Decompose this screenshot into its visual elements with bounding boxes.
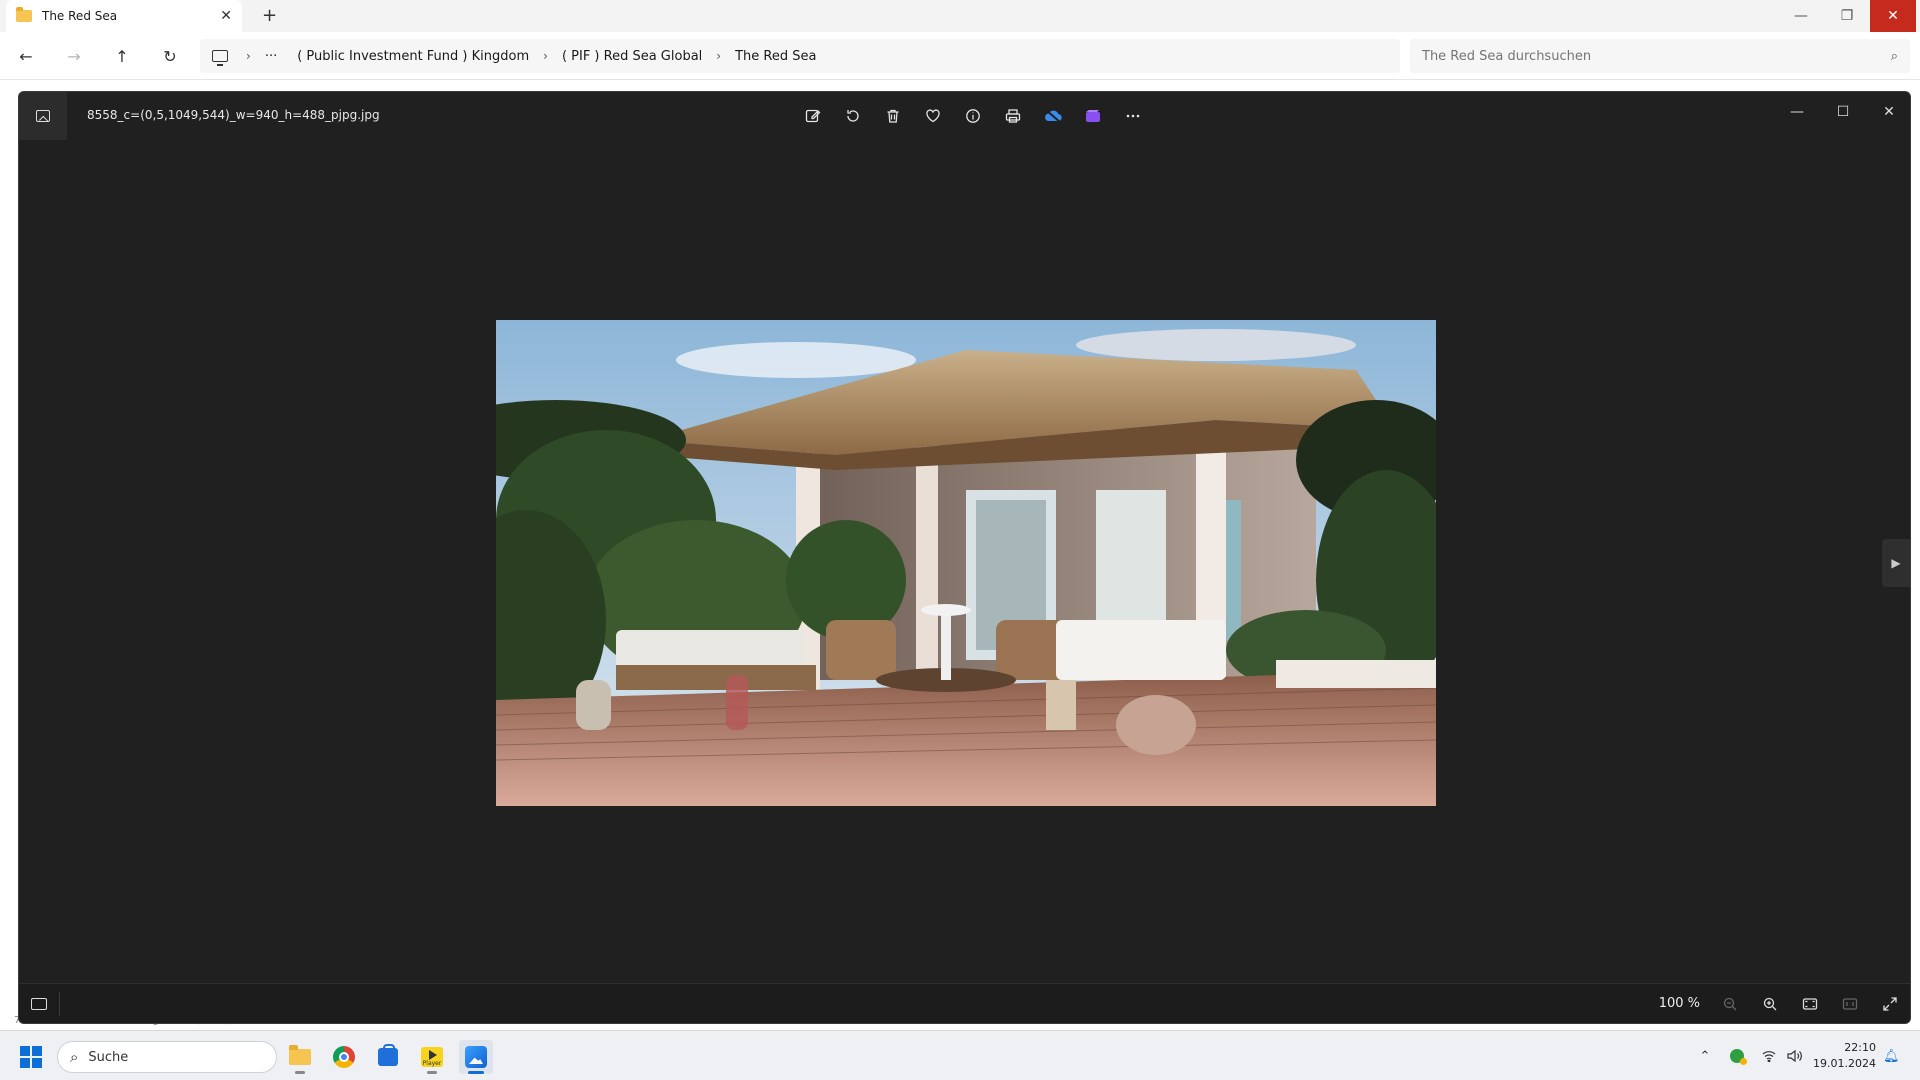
computer-icon xyxy=(212,50,228,66)
system-tray: ⌃ xyxy=(1692,1031,1808,1080)
forward-button[interactable]: → xyxy=(60,44,88,68)
photos-app-icon xyxy=(36,110,50,122)
viewer-close-button[interactable]: ✕ xyxy=(1866,98,1910,126)
explorer-tab[interactable]: The Red Sea ✕ xyxy=(6,0,242,32)
viewer-toolbar xyxy=(799,102,1147,130)
chrome-icon xyxy=(333,1046,355,1068)
search-icon: ⌕ xyxy=(70,1048,79,1066)
photos-app-button[interactable] xyxy=(19,92,67,140)
tab-title: The Red Sea xyxy=(42,9,118,23)
refresh-icon: ↻ xyxy=(163,46,177,66)
breadcrumb-overflow-icon[interactable]: ··· xyxy=(265,49,277,64)
volume-icon[interactable] xyxy=(1782,1050,1808,1062)
viewer-minimize-button[interactable]: — xyxy=(1774,98,1820,126)
viewer-maximize-button[interactable]: ☐ xyxy=(1820,98,1866,126)
window-restore-button[interactable]: ❐ xyxy=(1824,0,1870,32)
full-screen-icon[interactable] xyxy=(1876,990,1904,1018)
file-explorer-icon xyxy=(289,1045,311,1065)
clipchamp-icon[interactable] xyxy=(1079,102,1107,130)
navigation-pane-edge xyxy=(0,80,18,1030)
chevron-right-icon[interactable]: › xyxy=(716,49,721,63)
breadcrumb[interactable]: › ··· ( Public Investment Fund ) Kingdom… xyxy=(200,39,1400,73)
taskbar-search-label: Suche xyxy=(88,1049,129,1065)
photos-viewer-window: 8558_c=(0,5,1049,544)_w=940_h=488_pjpg.j… xyxy=(18,91,1911,1024)
explorer-tab-bar: The Red Sea ✕ + — ❐ ✕ xyxy=(0,0,1920,32)
filmstrip-toggle-button[interactable] xyxy=(19,984,59,1023)
back-button[interactable]: ← xyxy=(12,44,40,68)
zoom-level[interactable]: 100 % xyxy=(1659,996,1700,1011)
favorite-icon[interactable] xyxy=(919,102,947,130)
taskbar-chrome[interactable] xyxy=(327,1040,361,1074)
print-icon[interactable] xyxy=(999,102,1027,130)
breadcrumb-item-red-sea-global[interactable]: ( PIF ) Red Sea Global xyxy=(562,49,702,64)
start-button[interactable] xyxy=(20,1046,42,1068)
next-image-button[interactable]: ▶ xyxy=(1882,539,1910,587)
refresh-button[interactable]: ↻ xyxy=(156,44,184,68)
taskbar-search[interactable]: ⌕ Suche xyxy=(57,1041,277,1073)
viewer-title-bar: 8558_c=(0,5,1049,544)_w=940_h=488_pjpg.j… xyxy=(19,92,1910,140)
chevron-up-icon[interactable]: ⌃ xyxy=(1692,1049,1718,1064)
breadcrumb-item-kingdom[interactable]: ( Public Investment Fund ) Kingdom xyxy=(297,49,529,64)
up-button[interactable]: ↑ xyxy=(108,44,136,68)
player-icon: Player xyxy=(421,1047,443,1067)
wifi-icon[interactable] xyxy=(1756,1050,1782,1062)
taskbar: ⌕ Suche Player ⌃ 22:10 19.01.2024 🔔︎ xyxy=(0,1030,1920,1080)
breadcrumb-item-the-red-sea[interactable]: The Red Sea xyxy=(735,49,816,64)
zoom-in-icon[interactable] xyxy=(1756,990,1784,1018)
arrow-left-icon: ← xyxy=(19,46,33,66)
store-icon xyxy=(378,1044,398,1066)
chevron-right-icon[interactable]: › xyxy=(543,49,548,63)
filmstrip-icon xyxy=(31,998,47,1010)
edit-icon[interactable] xyxy=(799,102,827,130)
taskbar-store[interactable] xyxy=(371,1040,405,1074)
explorer-address-bar: ← → ↑ ↻ › ··· ( Public Investment Fund )… xyxy=(0,32,1920,80)
taskbar-photos[interactable] xyxy=(459,1040,493,1074)
notification-bell-icon[interactable]: 🔔︎ xyxy=(1883,1049,1900,1064)
rotate-icon[interactable] xyxy=(839,102,867,130)
taskbar-clock[interactable]: 22:10 19.01.2024 xyxy=(1812,1040,1876,1072)
zoom-out-icon[interactable] xyxy=(1716,990,1744,1018)
info-icon[interactable] xyxy=(959,102,987,130)
clock-date: 19.01.2024 xyxy=(1813,1057,1876,1070)
delete-icon[interactable] xyxy=(879,102,907,130)
folder-icon xyxy=(16,7,32,22)
window-minimize-button[interactable]: — xyxy=(1778,0,1824,32)
onedrive-icon[interactable] xyxy=(1039,102,1067,130)
tab-close-icon[interactable]: ✕ xyxy=(220,8,232,24)
taskbar-file-explorer[interactable] xyxy=(283,1040,317,1074)
more-icon[interactable] xyxy=(1119,102,1147,130)
explorer-search-input[interactable] xyxy=(1422,48,1891,64)
actual-size-icon[interactable] xyxy=(1836,990,1864,1018)
viewer-bottom-bar: 100 % xyxy=(19,983,1910,1023)
fit-to-window-icon[interactable] xyxy=(1796,990,1824,1018)
taskbar-player[interactable]: Player xyxy=(415,1040,449,1074)
window-close-button[interactable]: ✕ xyxy=(1870,0,1916,32)
search-icon: ⌕ xyxy=(1890,48,1898,64)
clock-time: 22:10 xyxy=(1844,1041,1876,1054)
divider xyxy=(59,992,60,1016)
photo-image xyxy=(496,320,1436,806)
arrow-up-icon: ↑ xyxy=(115,46,129,66)
viewer-filename: 8558_c=(0,5,1049,544)_w=940_h=488_pjpg.j… xyxy=(87,108,380,122)
security-icon[interactable] xyxy=(1724,1049,1750,1065)
new-tab-button[interactable]: + xyxy=(262,5,277,26)
play-right-icon: ▶ xyxy=(1891,556,1901,570)
photos-icon xyxy=(465,1046,487,1068)
windows-logo-icon xyxy=(20,1046,30,1056)
explorer-search-box[interactable]: ⌕ xyxy=(1410,39,1910,73)
arrow-right-icon: → xyxy=(67,46,81,66)
chevron-right-icon[interactable]: › xyxy=(246,49,251,63)
